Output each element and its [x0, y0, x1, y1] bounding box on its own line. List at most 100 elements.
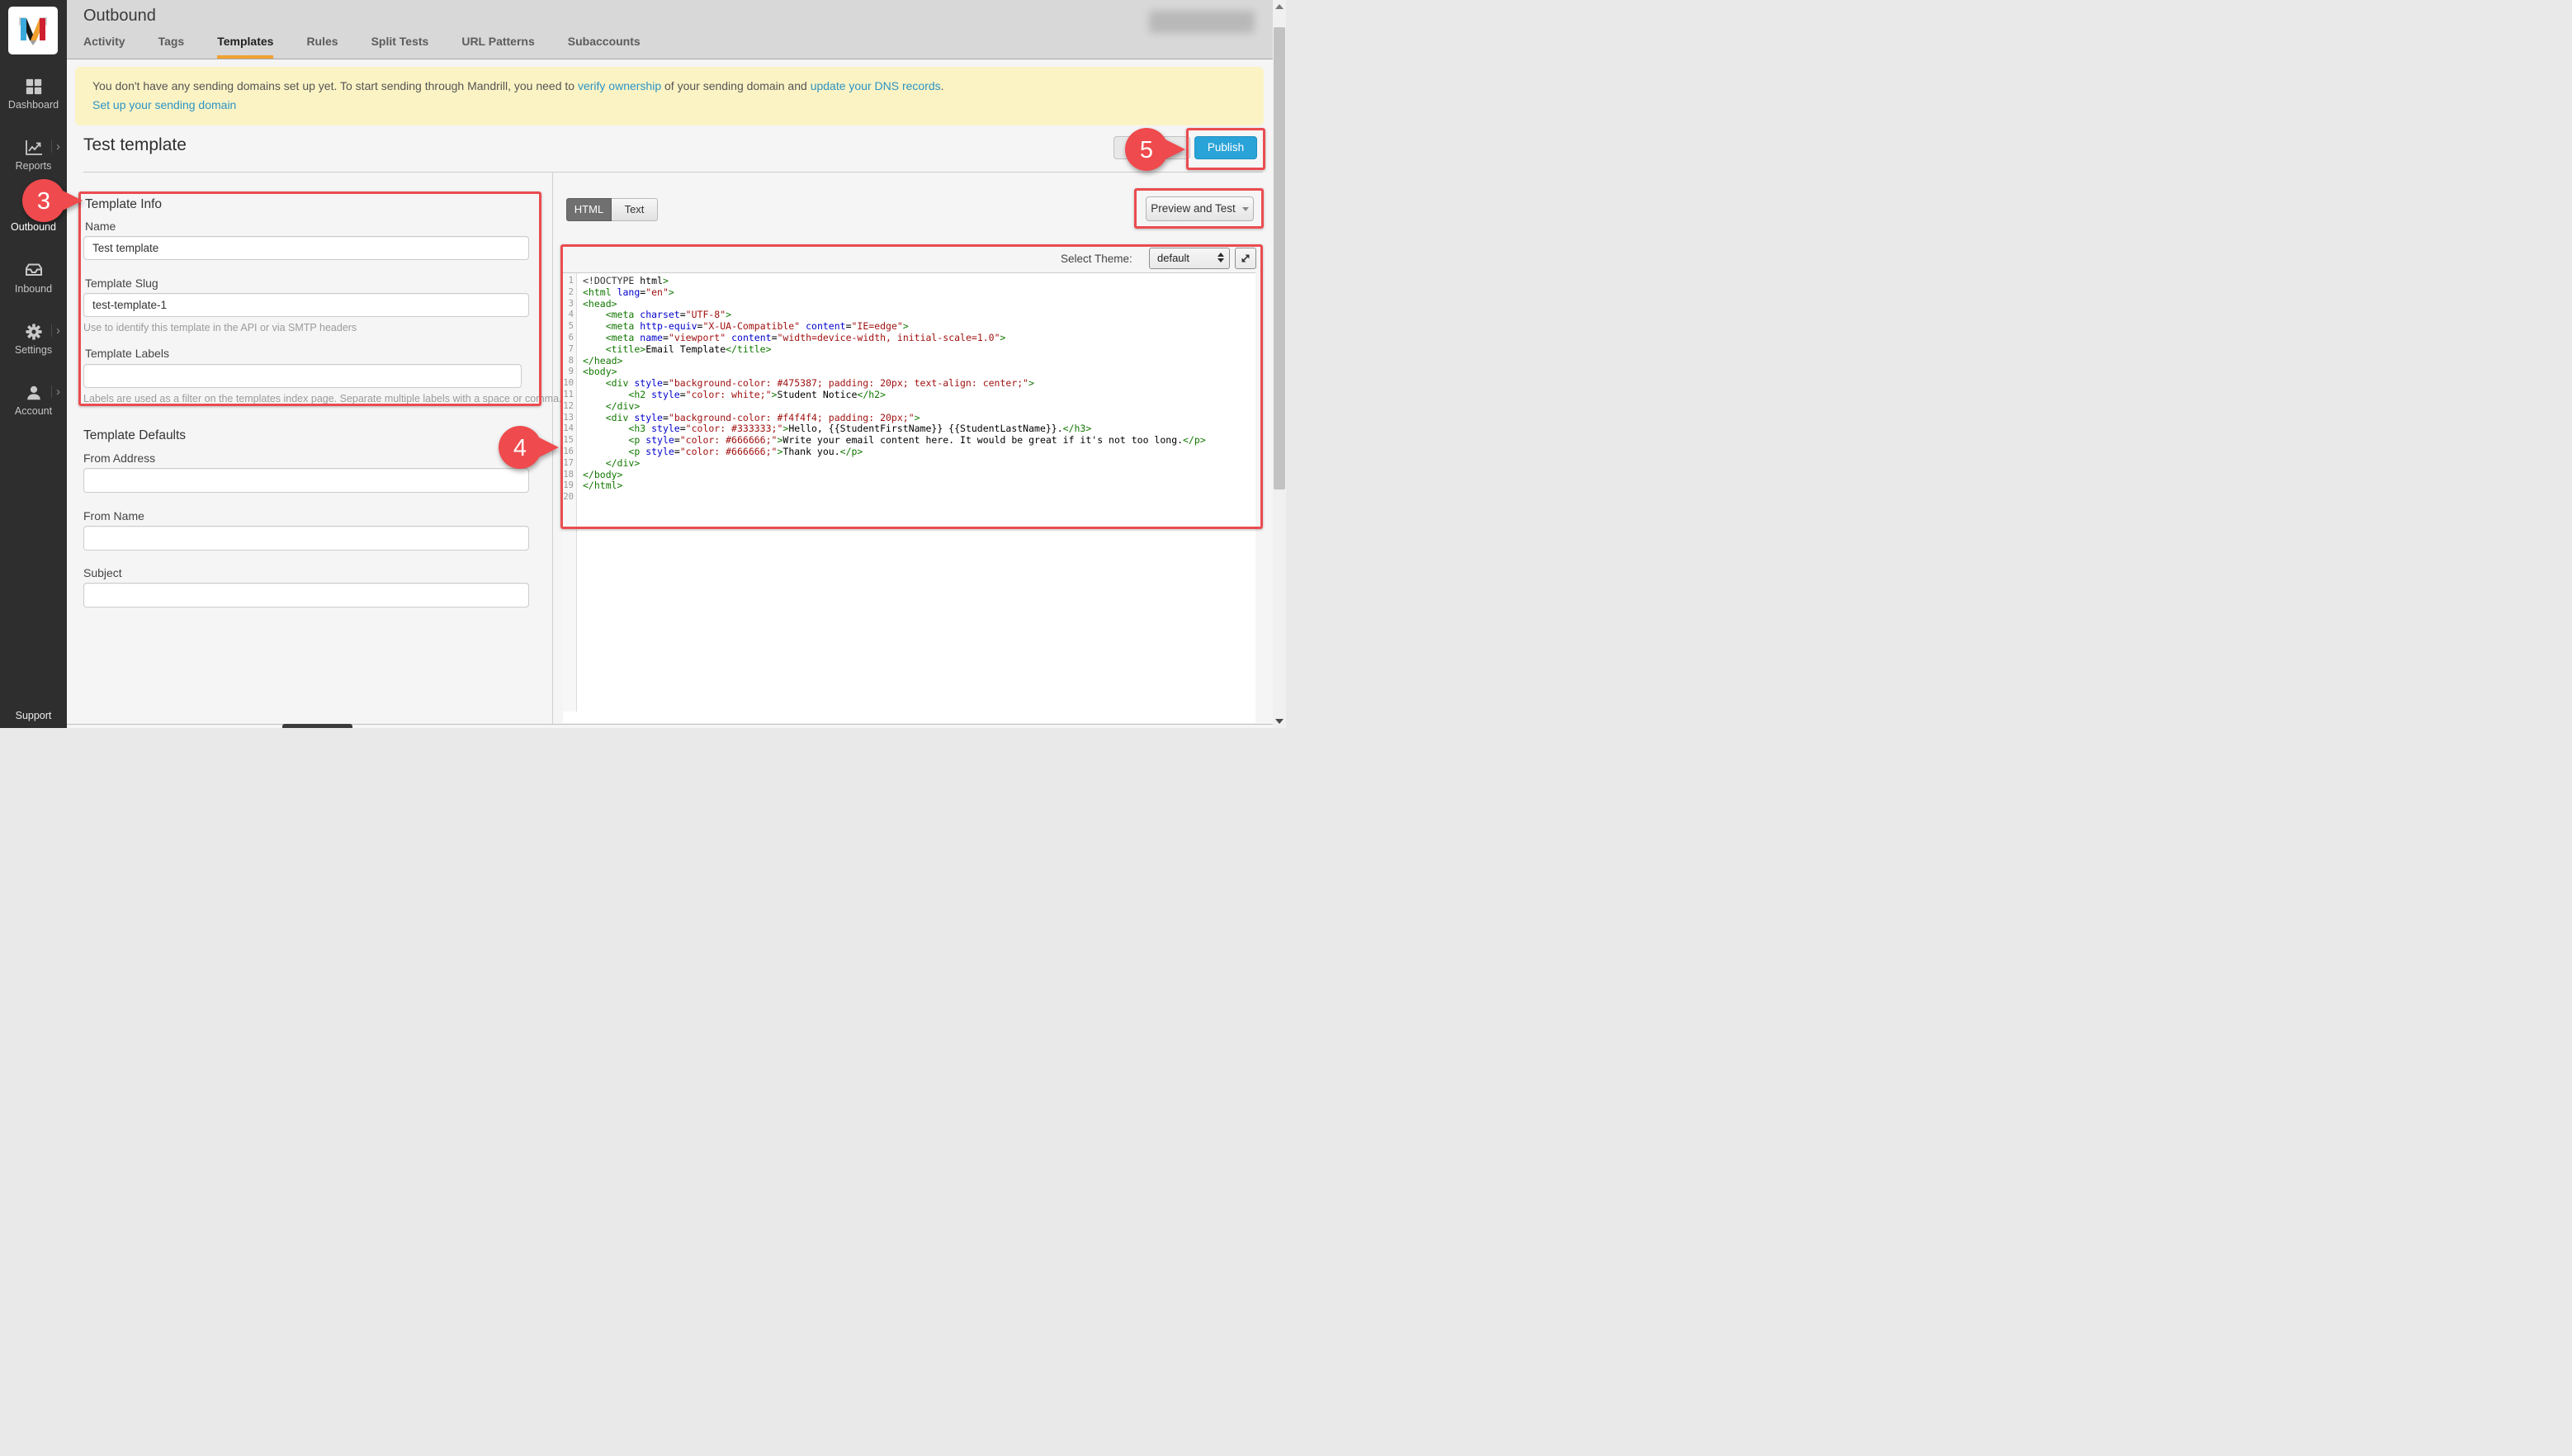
sidebar-item-dashboard[interactable]: Dashboard — [0, 78, 67, 111]
preview-and-test-button[interactable]: Preview and Test — [1146, 196, 1254, 221]
user-account-badge[interactable] — [1149, 11, 1255, 33]
header-tabs: Activity Tags Templates Rules Split Test… — [83, 35, 641, 59]
line-number: 17 — [563, 458, 576, 470]
title-divider — [83, 172, 1263, 173]
app-section-title: Outbound — [83, 7, 156, 26]
line-number: 4 — [563, 310, 576, 321]
code-line[interactable]: <div style="background-color: #f4f4f4; p… — [583, 413, 1255, 424]
banner-text: . — [941, 79, 944, 92]
code-line[interactable]: <p style="color: #666666;">Write your em… — [583, 435, 1255, 447]
banner-line1: You don't have any sending domains set u… — [92, 77, 1246, 96]
code-line[interactable]: </div> — [583, 458, 1255, 470]
sidebar-item-reports[interactable]: › Reports — [0, 139, 67, 172]
code-line[interactable]: <meta http-equiv="X-UA-Compatible" conte… — [583, 321, 1255, 333]
banner-text: You don't have any sending domains set u… — [92, 79, 578, 92]
mandrill-logo[interactable] — [8, 7, 58, 54]
scroll-down-arrow[interactable] — [1273, 715, 1286, 728]
name-label: Name — [85, 220, 116, 233]
sidebar-item-account[interactable]: › Account — [0, 384, 67, 417]
tab-url-patterns[interactable]: URL Patterns — [461, 35, 534, 59]
code-line[interactable]: <html lang="en"> — [583, 287, 1255, 299]
template-slug-field[interactable] — [83, 293, 529, 317]
code-line[interactable]: <div style="background-color: #475387; p… — [583, 378, 1255, 390]
name-field[interactable] — [83, 236, 529, 260]
sidebar: Dashboard › Reports Outbound — [0, 0, 67, 728]
text-tab[interactable]: Text — [612, 198, 658, 221]
sidebar-item-support[interactable]: Support — [0, 710, 67, 721]
dns-records-link[interactable]: update your DNS records — [811, 79, 941, 92]
code-line[interactable] — [583, 492, 1255, 503]
chevron-right-icon: › — [51, 140, 60, 153]
code-line[interactable]: <h3 style="color: #333333;">Hello, {{Stu… — [583, 423, 1255, 435]
code-line[interactable]: <meta name="viewport" content="width=dev… — [583, 333, 1255, 344]
content-bottom-border — [67, 724, 1273, 725]
annotation-badge-4: 4 — [498, 423, 560, 471]
code-line[interactable]: </html> — [583, 480, 1255, 492]
tab-subaccounts[interactable]: Subaccounts — [568, 35, 641, 59]
theme-select[interactable]: default — [1149, 248, 1230, 269]
scroll-up-arrow[interactable] — [1273, 0, 1286, 13]
select-stepper-icon — [1217, 253, 1224, 262]
setup-domain-link[interactable]: Set up your sending domain — [92, 98, 236, 111]
line-number: 19 — [563, 480, 576, 492]
code-line[interactable]: <title>Email Template</title> — [583, 344, 1255, 356]
code-line[interactable]: <p style="color: #666666;">Thank you.</p… — [583, 447, 1255, 458]
notification-banner: You don't have any sending domains set u… — [75, 67, 1264, 125]
code-line[interactable]: <body> — [583, 366, 1255, 378]
scrollbar-vertical[interactable] — [1273, 0, 1286, 728]
line-number: 3 — [563, 299, 576, 310]
code-line[interactable]: </body> — [583, 470, 1255, 481]
line-number: 8 — [563, 356, 576, 367]
secondary-button[interactable] — [1113, 136, 1190, 159]
code-line[interactable]: <h2 style="color: white;">Student Notice… — [583, 390, 1255, 401]
dashboard-grid-icon — [0, 78, 67, 96]
publish-button[interactable]: Publish — [1194, 136, 1257, 159]
sidebar-item-settings[interactable]: › Settings — [0, 323, 67, 356]
editor-gutter: 1234567891011121314151617181920 — [563, 273, 577, 711]
panel-divider — [552, 173, 553, 724]
line-number: 7 — [563, 344, 576, 356]
outbound-send-icon — [0, 200, 67, 218]
banner-text: of your sending domain and — [661, 79, 811, 92]
chevron-down-icon — [1242, 207, 1249, 211]
line-number: 15 — [563, 435, 576, 447]
code-line[interactable]: </div> — [583, 401, 1255, 413]
template-labels-field[interactable] — [83, 364, 522, 388]
template-defaults-heading: Template Defaults — [83, 428, 186, 443]
expand-icon — [1238, 251, 1253, 266]
code-line[interactable]: <meta charset="UTF-8"> — [583, 310, 1255, 321]
code-editor[interactable]: 1234567891011121314151617181920 <!DOCTYP… — [563, 273, 1255, 723]
line-number: 9 — [563, 366, 576, 378]
sidebar-item-inbound[interactable]: Inbound — [0, 262, 67, 295]
tab-rules[interactable]: Rules — [306, 35, 338, 59]
from-address-field[interactable] — [83, 468, 529, 493]
sidebar-item-label: Outbound — [0, 221, 67, 233]
theme-select-value: default — [1157, 252, 1189, 264]
subject-field[interactable] — [83, 583, 529, 607]
tab-split-tests[interactable]: Split Tests — [371, 35, 429, 59]
tab-templates[interactable]: Templates — [217, 35, 273, 59]
scroll-thumb[interactable] — [1274, 27, 1285, 489]
code-line[interactable]: </head> — [583, 356, 1255, 367]
sidebar-item-outbound[interactable]: Outbound — [0, 200, 67, 233]
verify-ownership-link[interactable]: verify ownership — [578, 79, 661, 92]
chevron-right-icon: › — [51, 324, 60, 337]
slug-help-text: Use to identify this template in the API… — [83, 322, 357, 333]
from-address-label: From Address — [83, 451, 155, 465]
sidebar-item-label: Inbound — [0, 283, 67, 295]
line-number: 11 — [563, 390, 576, 401]
expand-editor-button[interactable] — [1235, 248, 1256, 269]
line-number: 12 — [563, 401, 576, 413]
code-line[interactable]: <head> — [583, 299, 1255, 310]
from-name-field[interactable] — [83, 526, 529, 551]
code-line[interactable]: <!DOCTYPE html> — [583, 276, 1255, 287]
sidebar-item-label: Account — [0, 405, 67, 417]
tab-activity[interactable]: Activity — [83, 35, 125, 59]
preview-and-test-label: Preview and Test — [1151, 202, 1236, 215]
sidebar-item-label: Reports — [0, 160, 67, 172]
code-pane[interactable]: <!DOCTYPE html><html lang="en"><head> <m… — [578, 276, 1255, 503]
line-number: 14 — [563, 423, 576, 435]
tab-tags[interactable]: Tags — [158, 35, 185, 59]
html-tab[interactable]: HTML — [566, 198, 612, 221]
banner-line2: Set up your sending domain — [92, 96, 1246, 115]
